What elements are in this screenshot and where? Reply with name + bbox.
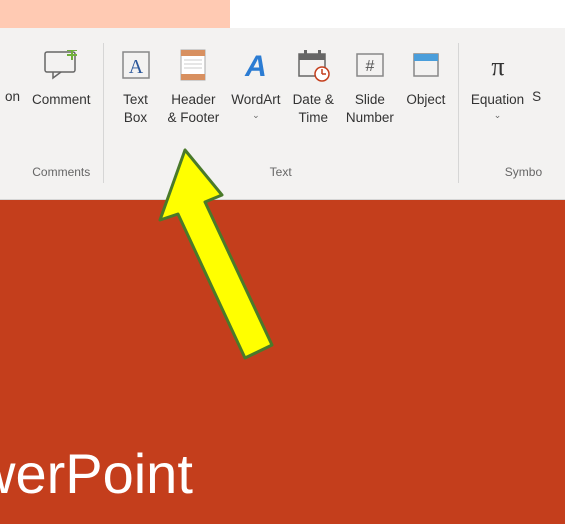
object-button[interactable]: Object <box>402 43 450 165</box>
slide-number-icon: # <box>350 45 390 85</box>
group-text: A Text Box <box>104 43 459 183</box>
header-footer-label: Header & Footer <box>168 91 220 126</box>
chevron-down-icon: ⌄ <box>252 111 260 120</box>
ribbon: on Comment <box>0 28 565 200</box>
group-symbols: π Equation ⌄ S Symbo <box>459 43 550 183</box>
object-icon <box>406 45 446 85</box>
svg-text:#: # <box>365 58 374 75</box>
slide-title[interactable]: werPoint <box>0 441 193 506</box>
equation-button[interactable]: π Equation ⌄ <box>467 43 528 165</box>
title-highlight-bar <box>0 0 230 28</box>
group-label-text: Text <box>270 165 292 183</box>
date-time-button[interactable]: Date & Time <box>289 43 338 165</box>
partial-label: on <box>2 89 20 104</box>
comment-label: Comment <box>32 91 91 109</box>
partial-label-right: S <box>532 89 541 104</box>
group-comments: Comment Comments <box>20 43 104 183</box>
object-label: Object <box>406 91 445 109</box>
comment-icon <box>41 45 81 85</box>
text-box-label: Text Box <box>123 91 148 126</box>
slide-number-button[interactable]: # Slide Number <box>342 43 398 165</box>
group-label-symbols: Symbo <box>467 165 542 183</box>
slide-canvas[interactable]: werPoint <box>0 200 565 524</box>
equation-label: Equation <box>471 91 524 109</box>
partial-cut-button-right[interactable]: S <box>532 43 542 165</box>
header-footer-icon <box>173 45 213 85</box>
svg-text:A: A <box>128 56 143 78</box>
equation-icon: π <box>478 45 518 85</box>
date-time-icon <box>293 45 333 85</box>
chevron-down-icon: ⌄ <box>494 111 502 120</box>
header-footer-button[interactable]: Header & Footer <box>164 43 224 165</box>
text-box-icon: A <box>116 45 156 85</box>
partial-icon <box>2 43 20 83</box>
slide-number-label: Slide Number <box>346 91 394 126</box>
partial-cut-button-left[interactable]: on <box>0 43 20 183</box>
svg-text:π: π <box>491 52 504 81</box>
wordart-icon: A <box>236 45 276 85</box>
text-box-button[interactable]: A Text Box <box>112 43 160 165</box>
date-time-label: Date & Time <box>293 91 334 126</box>
wordart-button[interactable]: A WordArt ⌄ <box>227 43 284 165</box>
wordart-label: WordArt <box>231 91 280 109</box>
group-label-comments: Comments <box>32 165 90 183</box>
comment-button[interactable]: Comment <box>28 43 95 165</box>
svg-text:A: A <box>244 50 267 82</box>
